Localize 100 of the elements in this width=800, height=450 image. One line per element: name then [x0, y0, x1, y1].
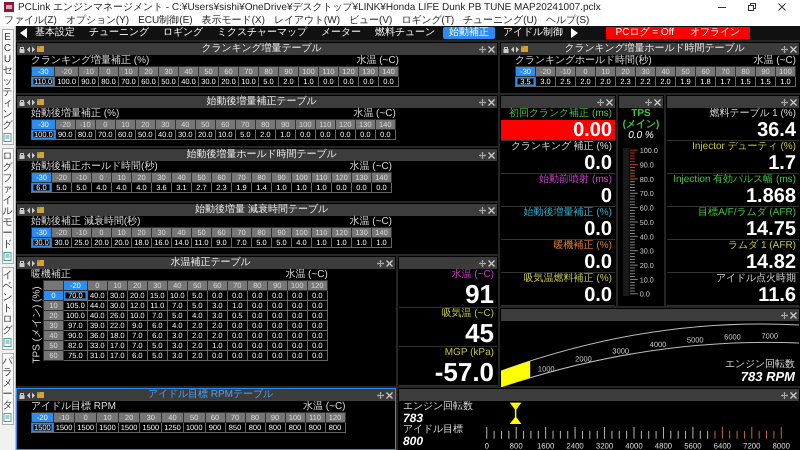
document-icon — [3, 413, 12, 422]
tab[interactable]: 燃料チューン — [369, 27, 441, 39]
readout-label: クランキング 補正 (%) — [510, 141, 613, 152]
arrows-icon[interactable] — [27, 98, 35, 106]
move-icon[interactable] — [781, 312, 788, 318]
lock-icon — [503, 46, 509, 52]
readout-value: 0.0 — [584, 153, 613, 173]
move-icon[interactable] — [781, 392, 788, 398]
panel-title: 始動後増量 減衰時間テーブル — [194, 204, 329, 216]
move-icon[interactable] — [781, 98, 788, 106]
readout-label: 吸気温 (~C) — [442, 308, 495, 319]
readout-label: アイドル点火時期 — [716, 273, 797, 284]
panel-title: アイドル目標 RPMテーブル — [147, 389, 274, 401]
sidebar-tab[interactable]: ECUセッティング — [2, 29, 14, 145]
axis-label: 水温 (~C) — [356, 55, 399, 66]
menu-item[interactable]: ヘルプ(S) — [546, 14, 590, 26]
move-icon[interactable] — [645, 98, 652, 106]
tab[interactable]: チューニング — [83, 27, 155, 39]
readout-label: 水温 (~C) — [452, 269, 495, 280]
readout-label: Injection 有効パルス幅 (ms) — [673, 174, 797, 185]
menu-item[interactable]: チューニング(U) — [463, 14, 538, 26]
tab[interactable]: ロギング — [157, 27, 209, 39]
readout-label: ラムダ 1 (AFR) — [728, 240, 797, 251]
previous-arrow-icon[interactable] — [20, 28, 27, 38]
lock-icon — [19, 152, 25, 158]
maximize-icon[interactable] — [748, 3, 756, 11]
readout-label: 燃料テーブル 1 (%) — [709, 108, 797, 119]
scale-label: 4800 — [654, 441, 672, 450]
panel-title: 始動後増量ホールド時間テーブル — [186, 149, 338, 161]
move-icon[interactable] — [479, 260, 486, 266]
axis-label: 始動後補正 減衰時間(秒) — [31, 216, 140, 227]
tab[interactable]: ミクスチャーマップ — [211, 27, 313, 39]
readout-label: Injector デューティ (%) — [692, 141, 797, 152]
arrows-icon[interactable] — [27, 152, 35, 158]
next-arrow-icon[interactable] — [571, 28, 578, 38]
axis-label: 始動後補正ホールド時間(秒) — [31, 161, 158, 172]
axis-label: 水温 (~C) — [754, 55, 796, 66]
gauge-label: TPS (メイン) — [622, 108, 660, 130]
menu-item[interactable]: ビュー(V) — [349, 14, 392, 26]
tab[interactable]: メーター — [315, 27, 367, 39]
move-icon[interactable] — [479, 152, 486, 158]
readout-value: -57.0 — [434, 359, 495, 385]
document-icon — [3, 338, 12, 347]
menu-item[interactable]: レイアウト(W) — [274, 14, 340, 26]
axis-label: クランキング増量補正 (%) — [31, 55, 150, 66]
scale-label: 7200 — [743, 441, 760, 450]
readout-label: 目標A/F/ラムダ (AFR) — [698, 207, 797, 218]
panel-title: クランキング増量ホールド時間テーブル — [564, 43, 746, 54]
readout-value: 0 — [600, 186, 613, 206]
readout-label: 吸気温燃料補正 (%) — [524, 273, 613, 284]
status-text: PCログ = Off — [616, 27, 674, 39]
move-icon[interactable] — [597, 98, 604, 106]
move-icon[interactable] — [479, 46, 486, 52]
sidebar-tab[interactable]: パラメータ — [2, 353, 14, 425]
menu-item[interactable]: オプション(Y) — [66, 14, 130, 26]
readout-value: 11.6 — [758, 285, 797, 305]
readout-value: 36.4 — [757, 120, 797, 140]
table-corner — [44, 280, 64, 290]
tab[interactable]: アイドル制御 — [497, 27, 569, 39]
menu-item[interactable]: 表示モード(X) — [202, 14, 265, 26]
readout-value: 0.0 — [584, 285, 613, 305]
scale-label: 5600 — [684, 441, 702, 450]
menu-item[interactable]: ロギング(T) — [401, 14, 454, 26]
move-icon[interactable] — [479, 98, 486, 106]
status-text: オフライン — [690, 27, 740, 39]
tab[interactable]: 基本設定 — [29, 27, 81, 39]
close-icon[interactable] — [778, 3, 786, 11]
panel-title: 水温補正テーブル — [170, 257, 252, 269]
menu-item[interactable]: ECU制御(E) — [138, 14, 193, 26]
arrows-icon[interactable] — [27, 392, 35, 398]
axis-label: 水温 (~C) — [350, 161, 392, 172]
move-icon[interactable] — [377, 392, 384, 398]
move-icon[interactable] — [377, 260, 384, 266]
readout-value: 0.0 — [584, 252, 613, 272]
lock-icon — [19, 46, 25, 52]
axis-label: 暖機補正 — [31, 269, 71, 280]
readout-label: 暖機補正 (%) — [554, 240, 613, 251]
arrows-icon[interactable] — [511, 46, 519, 52]
axis-label: 始動後増量補正 (%) — [31, 108, 120, 119]
axis-label: TPS (メイン) (%) — [32, 286, 42, 364]
readout-label: 初回クランク補正 (ms) — [509, 108, 613, 119]
move-icon[interactable] — [781, 46, 788, 52]
sidebar-tab[interactable]: イベントログ — [2, 267, 14, 350]
readout-value: 0.0 — [584, 219, 613, 239]
arrows-icon[interactable] — [27, 46, 35, 52]
document-icon — [3, 133, 12, 142]
arrows-icon[interactable] — [27, 206, 35, 214]
document-icon — [3, 252, 12, 261]
move-icon[interactable] — [479, 206, 486, 214]
axis-label: 水温 (~C) — [303, 401, 346, 412]
readout-value: 14.75 — [746, 219, 797, 239]
menu-item[interactable]: ファイル(Z) — [4, 14, 57, 26]
arrows-icon[interactable] — [27, 260, 35, 266]
gauge-reading: 783 — [403, 412, 424, 424]
gauge-reading: 0.0 % — [627, 130, 655, 142]
sidebar-tab[interactable]: ログファイルモード — [2, 148, 14, 264]
readout-value: 1.7 — [768, 153, 797, 173]
readout-value: 14.82 — [746, 252, 797, 272]
lock-icon — [19, 260, 25, 266]
gauge-reading: 783 RPM — [740, 370, 795, 384]
